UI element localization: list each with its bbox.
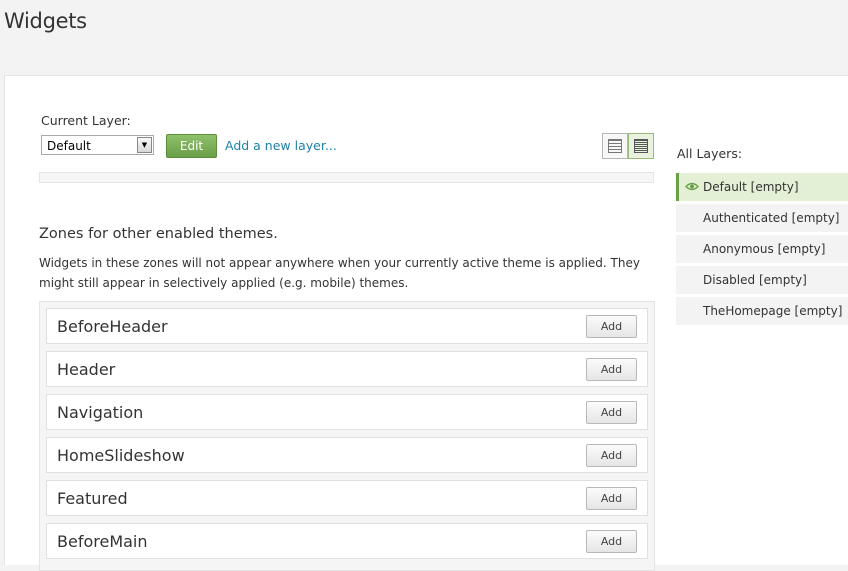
layer-item-label: Authenticated [empty]: [703, 211, 840, 225]
all-layers-title: All Layers:: [677, 146, 743, 161]
layer-item-thehomepage[interactable]: TheHomepage [empty]: [676, 297, 848, 325]
zone-item: BeforeHeader Add: [46, 308, 648, 344]
zone-name: BeforeHeader: [57, 317, 168, 336]
layer-item-disabled[interactable]: Disabled [empty]: [676, 266, 848, 294]
zone-item: Navigation Add: [46, 394, 648, 430]
layer-item-label: Default [empty]: [703, 180, 799, 194]
list-view-button[interactable]: [602, 133, 628, 159]
compact-view-icon: [634, 139, 648, 153]
page-title: Widgets: [4, 9, 87, 33]
zones-list: BeforeHeader Add Header Add Navigation A…: [39, 301, 655, 571]
zone-item: Header Add: [46, 351, 648, 387]
zone-name: Header: [57, 360, 116, 379]
current-layer-label: Current Layer:: [41, 113, 131, 128]
current-layer-value: Default: [47, 139, 91, 153]
zone-name: Featured: [57, 489, 128, 508]
edit-layer-button[interactable]: Edit: [166, 134, 217, 158]
zones-description: Widgets in these zones will not appear a…: [39, 256, 640, 290]
zones-heading: Zones for other enabled themes.: [39, 226, 278, 242]
zone-name: HomeSlideshow: [57, 446, 185, 465]
main-content: Current Layer: Default ▼ Edit Add a new …: [4, 75, 848, 571]
view-toggle: [602, 133, 655, 159]
layer-item-label: Anonymous [empty]: [703, 242, 826, 256]
add-widget-button[interactable]: Add: [586, 401, 637, 424]
zone-item: HomeSlideshow Add: [46, 437, 648, 473]
add-widget-button[interactable]: Add: [586, 358, 637, 381]
current-layer-select[interactable]: Default ▼: [41, 135, 154, 155]
layer-item-label: Disabled [empty]: [703, 273, 807, 287]
dropdown-arrow-icon: ▼: [137, 137, 152, 153]
layer-item-label: TheHomepage [empty]: [703, 304, 843, 318]
all-layers-list: Default [empty] Authenticated [empty] An…: [676, 173, 848, 328]
eye-icon: [685, 182, 699, 191]
add-layer-link[interactable]: Add a new layer...: [225, 138, 337, 153]
layer-item-default[interactable]: Default [empty]: [676, 173, 848, 201]
list-view-icon: [608, 139, 622, 153]
layer-item-authenticated[interactable]: Authenticated [empty]: [676, 204, 848, 232]
zone-item: Featured Add: [46, 480, 648, 516]
zone-item: BeforeMain Add: [46, 523, 648, 559]
layer-zone-bar: [39, 172, 654, 183]
add-widget-button[interactable]: Add: [586, 315, 637, 338]
add-widget-button[interactable]: Add: [586, 530, 637, 553]
zone-name: Navigation: [57, 403, 144, 422]
layer-item-anonymous[interactable]: Anonymous [empty]: [676, 235, 848, 263]
add-widget-button[interactable]: Add: [586, 444, 637, 467]
add-widget-button[interactable]: Add: [586, 487, 637, 510]
zone-name: BeforeMain: [57, 532, 148, 551]
compact-view-button[interactable]: [628, 133, 654, 159]
